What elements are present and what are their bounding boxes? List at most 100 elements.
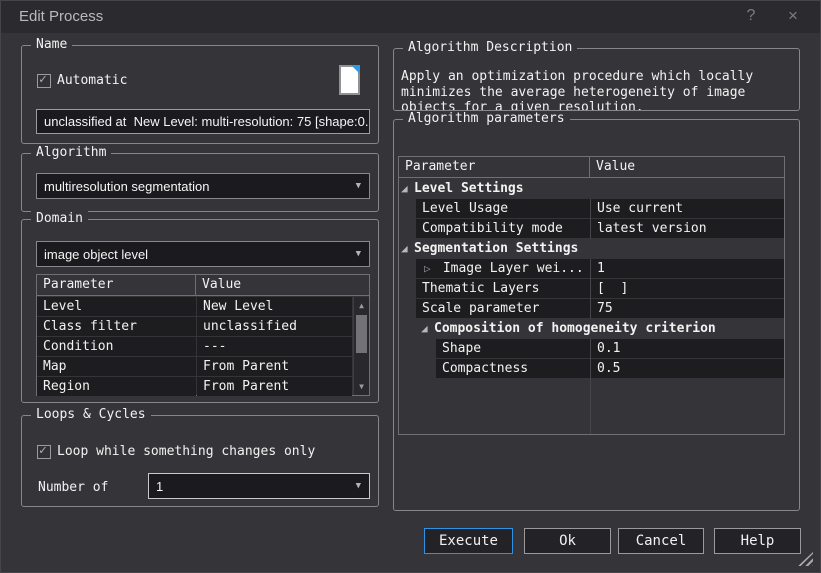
value-cell[interactable]: New Level: [197, 297, 352, 316]
domain-selected: image object level: [44, 247, 148, 262]
param-cell: Scale parameter: [416, 299, 590, 318]
description-group-label: Algorithm Description: [403, 40, 577, 56]
value-cell[interactable]: latest version: [591, 219, 784, 238]
domain-header-value: Value: [196, 275, 241, 295]
domain-table-header: Parameter Value: [37, 275, 369, 296]
checkbox-icon[interactable]: ✓: [37, 445, 51, 459]
category-label: Level Settings: [414, 179, 524, 199]
table-row[interactable]: MapFrom Parent: [37, 357, 352, 377]
param-cell: Class filter: [37, 317, 196, 336]
algorithm-selected: multiresolution segmentation: [44, 179, 209, 194]
param-cell: Condition: [37, 337, 196, 356]
ok-button[interactable]: Ok: [524, 528, 611, 554]
parameter-row[interactable]: Level UsageUse current: [399, 199, 784, 219]
parameters-group: Algorithm parameters Parameter Value ◢ L…: [393, 119, 800, 511]
domain-table: Parameter Value LevelNew LevelClass filt…: [36, 274, 370, 396]
param-cell: Map: [37, 357, 196, 376]
close-icon[interactable]: ×: [776, 1, 810, 33]
domain-group-label: Domain: [31, 211, 88, 227]
value-cell[interactable]: 1: [591, 259, 784, 278]
parameter-row[interactable]: Thematic Layers[ ]: [399, 279, 784, 299]
parameter-row[interactable]: Compatibility modelatest version: [399, 219, 784, 239]
loop-label: Loop while something changes only: [57, 444, 315, 459]
table-row[interactable]: Class filterunclassified: [37, 317, 352, 337]
automatic-checkbox[interactable]: ✓ Automatic: [37, 73, 127, 88]
expanded-triangle-icon[interactable]: ◢: [401, 179, 414, 199]
value-cell[interactable]: Use current: [591, 199, 784, 218]
process-name-input[interactable]: unclassified at New Level: multi-resolut…: [36, 109, 370, 134]
help-icon[interactable]: ?: [734, 1, 768, 33]
parameter-category-row[interactable]: ◢ Segmentation Settings: [399, 239, 784, 259]
param-cell: Compatibility mode: [416, 219, 590, 238]
param-cell: Shape: [436, 339, 590, 358]
category-label: Segmentation Settings: [414, 239, 578, 259]
parameter-row[interactable]: ▷ Image Layer wei...1: [399, 259, 784, 279]
cancel-button[interactable]: Cancel: [618, 528, 704, 554]
automatic-label: Automatic: [57, 73, 127, 88]
param-header-parameter: Parameter: [399, 157, 590, 177]
name-group-label: Name: [31, 37, 72, 53]
algorithm-select[interactable]: multiresolution segmentation ▼: [36, 173, 370, 199]
domain-group: Domain image object level ▼ Parameter Va…: [21, 219, 379, 403]
parameter-category-row[interactable]: ◢ Level Settings: [399, 179, 784, 199]
parameters-group-label: Algorithm parameters: [403, 111, 570, 127]
parameter-row[interactable]: Compactness0.5: [399, 359, 784, 379]
window-title: Edit Process: [19, 1, 103, 33]
value-cell[interactable]: 0.5: [591, 359, 784, 378]
chevron-down-icon[interactable]: ▼: [356, 481, 361, 491]
domain-scrollbar[interactable]: ▲ ▼: [353, 297, 369, 395]
description-group: Algorithm Description Apply an optimizat…: [393, 48, 800, 111]
parameter-row[interactable]: Scale parameter75: [399, 299, 784, 319]
edit-process-dialog: Edit Process ? × Name ✓ Automatic unclas…: [0, 0, 821, 573]
algorithm-group: Algorithm multiresolution segmentation ▼: [21, 153, 379, 212]
algorithm-description-text: Apply an optimization procedure which lo…: [401, 69, 793, 110]
value-cell[interactable]: [ ]: [591, 279, 784, 298]
domain-header-parameter: Parameter: [37, 275, 196, 295]
scroll-down-icon[interactable]: ▼: [354, 379, 369, 394]
loops-group: Loops & Cycles ✓ Loop while something ch…: [21, 415, 379, 507]
param-cell: Compactness: [436, 359, 590, 378]
param-cell: Region: [37, 377, 196, 396]
value-cell[interactable]: From Parent: [197, 357, 352, 376]
value-cell[interactable]: 0.1: [591, 339, 784, 358]
parameter-row[interactable]: Shape0.1: [399, 339, 784, 359]
domain-select[interactable]: image object level ▼: [36, 241, 370, 267]
value-cell[interactable]: From Parent: [197, 377, 352, 396]
category-label: Composition of homogeneity criterion: [434, 319, 716, 339]
table-row[interactable]: Condition---: [37, 337, 352, 357]
table-row[interactable]: LevelNew Level: [37, 297, 352, 317]
param-cell: ▷ Image Layer wei...: [416, 259, 590, 278]
number-of-value: 1: [156, 479, 163, 494]
chevron-down-icon[interactable]: ▼: [356, 181, 361, 191]
parameters-table-header: Parameter Value: [399, 157, 784, 178]
param-cell: Thematic Layers: [416, 279, 590, 298]
expanded-triangle-icon[interactable]: ◢: [421, 319, 434, 339]
param-header-value: Value: [590, 157, 635, 177]
algorithm-group-label: Algorithm: [31, 145, 111, 161]
param-cell: Level: [37, 297, 196, 316]
chevron-down-icon[interactable]: ▼: [356, 249, 361, 259]
loop-checkbox[interactable]: ✓ Loop while something changes only: [37, 444, 315, 459]
scrollbar-thumb[interactable]: [356, 315, 367, 353]
number-of-select[interactable]: 1 ▼: [148, 473, 370, 499]
new-document-icon[interactable]: [339, 65, 360, 95]
name-group: Name ✓ Automatic unclassified at New Lev…: [21, 45, 379, 144]
titlebar: Edit Process ? ×: [1, 1, 820, 33]
expanded-triangle-icon[interactable]: ◢: [401, 239, 414, 259]
resize-grip-icon[interactable]: [798, 552, 813, 566]
help-button[interactable]: Help: [714, 528, 801, 554]
document-fold: [351, 65, 360, 74]
value-cell[interactable]: ---: [197, 337, 352, 356]
checkbox-icon[interactable]: ✓: [37, 74, 51, 88]
scroll-up-icon[interactable]: ▲: [354, 298, 369, 313]
value-cell[interactable]: 75: [591, 299, 784, 318]
parameters-table: Parameter Value ◢ Level SettingsLevel Us…: [398, 156, 785, 435]
parameter-category-row[interactable]: ◢ Composition of homogeneity criterion: [399, 319, 784, 339]
number-of-label: Number of: [38, 480, 108, 495]
table-row[interactable]: RegionFrom Parent: [37, 377, 352, 397]
loops-group-label: Loops & Cycles: [31, 407, 151, 423]
value-cell[interactable]: unclassified: [197, 317, 352, 336]
param-cell: Level Usage: [416, 199, 590, 218]
execute-button[interactable]: Execute: [424, 528, 513, 554]
collapsed-triangle-icon[interactable]: ▷: [422, 259, 435, 278]
